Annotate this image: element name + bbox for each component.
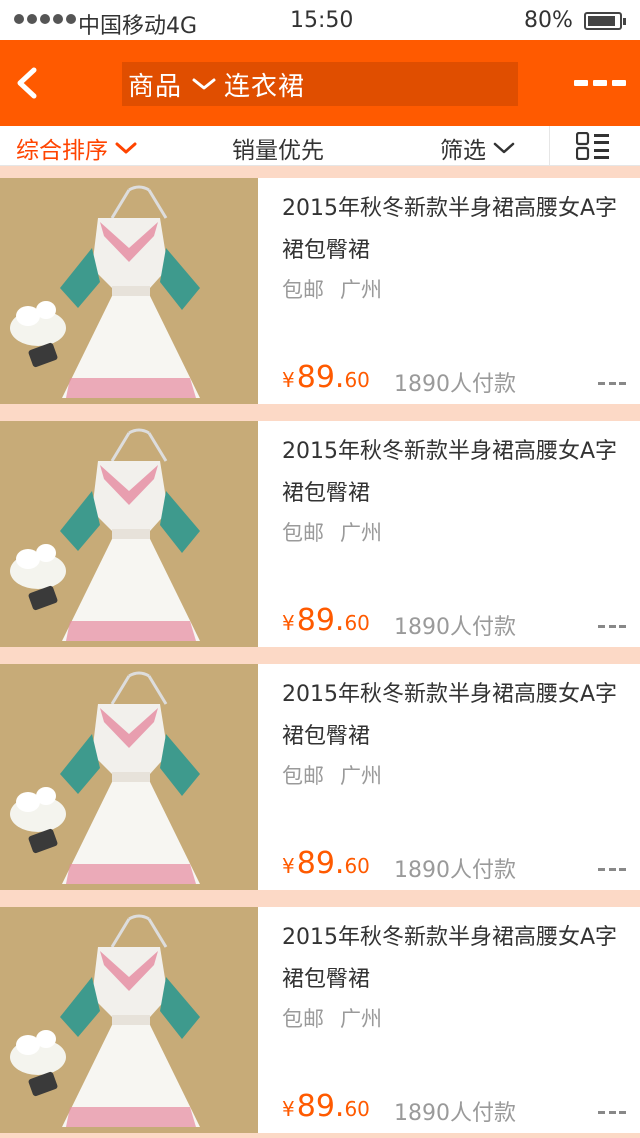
chevron-down-icon bbox=[115, 142, 137, 154]
list-item: 2015年秋冬新款半身裙高腰女A字裙包臀裙 包邮 广州 ¥ 89. 60 189… bbox=[0, 652, 640, 895]
back-button[interactable] bbox=[8, 58, 52, 108]
battery-percent: 80% bbox=[524, 8, 573, 33]
price-currency: ¥ bbox=[282, 611, 295, 635]
price-currency: ¥ bbox=[282, 854, 295, 878]
item-more-button[interactable] bbox=[598, 382, 626, 388]
product-image[interactable] bbox=[0, 178, 258, 404]
list-item: 2015年秋冬新款半身裙高腰女A字裙包臀裙 包邮 广州 ¥ 89. 60 189… bbox=[0, 409, 640, 652]
more-dashes-icon bbox=[598, 1111, 605, 1114]
product-tags: 包邮 广州 bbox=[282, 517, 382, 547]
product-price: ¥ 89. 60 bbox=[282, 846, 370, 881]
product-list: 2015年秋冬新款半身裙高腰女A字裙包臀裙 包邮 广州 ¥ 89. 60 189… bbox=[0, 166, 640, 1138]
sort-bar: 综合排序 销量优先 筛选 bbox=[0, 126, 640, 166]
search-box[interactable]: 商品 连衣裙 bbox=[122, 62, 518, 106]
product-tags: 包邮 广州 bbox=[282, 1003, 382, 1033]
nav-bar: 商品 连衣裙 bbox=[0, 40, 640, 126]
product-title[interactable]: 2015年秋冬新款半身裙高腰女A字裙包臀裙 bbox=[282, 188, 632, 272]
product-title[interactable]: 2015年秋冬新款半身裙高腰女A字裙包臀裙 bbox=[282, 674, 632, 758]
product-image[interactable] bbox=[0, 664, 258, 890]
product-tags: 包邮 广州 bbox=[282, 760, 382, 790]
location-tag: 广州 bbox=[340, 521, 382, 545]
product-price: ¥ 89. 60 bbox=[282, 360, 370, 395]
price-integer: 89. bbox=[296, 1089, 345, 1124]
product-card[interactable]: 2015年秋冬新款半身裙高腰女A字裙包臀裙 包邮 广州 ¥ 89. 60 189… bbox=[0, 178, 640, 404]
list-item: 2015年秋冬新款半身裙高腰女A字裙包臀裙 包邮 广州 ¥ 89. 60 189… bbox=[0, 895, 640, 1138]
product-tags: 包邮 广州 bbox=[282, 274, 382, 304]
price-currency: ¥ bbox=[282, 368, 295, 392]
product-price: ¥ 89. 60 bbox=[282, 603, 370, 638]
chevron-down-icon bbox=[493, 142, 515, 154]
product-card[interactable]: 2015年秋冬新款半身裙高腰女A字裙包臀裙 包邮 广州 ¥ 89. 60 189… bbox=[0, 421, 640, 647]
price-integer: 89. bbox=[296, 360, 345, 395]
item-more-button[interactable] bbox=[598, 1111, 626, 1117]
sales-count: 1890人付款 bbox=[394, 372, 516, 397]
location-tag: 广州 bbox=[340, 1007, 382, 1031]
more-menu-button[interactable] bbox=[574, 76, 626, 90]
price-integer: 89. bbox=[296, 603, 345, 638]
sort-comprehensive-tab[interactable]: 综合排序 bbox=[16, 131, 138, 165]
shipping-tag: 包邮 bbox=[282, 764, 324, 788]
price-decimal: 60 bbox=[344, 611, 370, 635]
location-tag: 广州 bbox=[340, 764, 382, 788]
search-query[interactable]: 连衣裙 bbox=[224, 66, 305, 103]
status-bar: 中国移动4G 15:50 80% bbox=[0, 0, 640, 40]
product-title[interactable]: 2015年秋冬新款半身裙高腰女A字裙包臀裙 bbox=[282, 431, 632, 515]
layout-toggle-button[interactable] bbox=[575, 131, 610, 161]
more-dashes-icon bbox=[574, 80, 588, 86]
price-integer: 89. bbox=[296, 846, 345, 881]
more-dashes-icon bbox=[598, 382, 605, 385]
signal-strength-icon bbox=[14, 14, 76, 24]
product-image[interactable] bbox=[0, 907, 258, 1133]
battery-icon bbox=[584, 12, 626, 30]
price-currency: ¥ bbox=[282, 1097, 295, 1121]
sales-count: 1890人付款 bbox=[394, 1101, 516, 1126]
sales-count: 1890人付款 bbox=[394, 615, 516, 640]
shipping-tag: 包邮 bbox=[282, 1007, 324, 1031]
filter-label: 筛选 bbox=[440, 138, 486, 164]
sort-comprehensive-label: 综合排序 bbox=[16, 138, 108, 164]
list-grid-toggle-icon bbox=[575, 131, 609, 161]
more-dashes-icon bbox=[598, 625, 605, 628]
chevron-down-icon bbox=[192, 78, 216, 90]
location-tag: 广州 bbox=[340, 278, 382, 302]
shipping-tag: 包邮 bbox=[282, 278, 324, 302]
price-decimal: 60 bbox=[344, 854, 370, 878]
price-decimal: 60 bbox=[344, 1097, 370, 1121]
product-image[interactable] bbox=[0, 421, 258, 647]
divider bbox=[549, 126, 550, 166]
search-category-label[interactable]: 商品 bbox=[128, 66, 182, 103]
product-card[interactable]: 2015年秋冬新款半身裙高腰女A字裙包臀裙 包邮 广州 ¥ 89. 60 189… bbox=[0, 907, 640, 1133]
carrier-name: 中国移动4G bbox=[78, 14, 198, 39]
more-dashes-icon bbox=[598, 868, 605, 871]
product-price: ¥ 89. 60 bbox=[282, 1089, 370, 1124]
clock: 15:50 bbox=[290, 8, 354, 33]
item-more-button[interactable] bbox=[598, 868, 626, 874]
filter-tab[interactable]: 筛选 bbox=[440, 131, 516, 165]
price-decimal: 60 bbox=[344, 368, 370, 392]
shipping-tag: 包邮 bbox=[282, 521, 324, 545]
sort-sales-label: 销量优先 bbox=[232, 138, 324, 164]
list-item: 2015年秋冬新款半身裙高腰女A字裙包臀裙 包邮 广州 ¥ 89. 60 189… bbox=[0, 166, 640, 409]
chevron-left-icon bbox=[17, 67, 37, 99]
item-more-button[interactable] bbox=[598, 625, 626, 631]
product-card[interactable]: 2015年秋冬新款半身裙高腰女A字裙包臀裙 包邮 广州 ¥ 89. 60 189… bbox=[0, 664, 640, 890]
sort-sales-tab[interactable]: 销量优先 bbox=[232, 131, 324, 165]
sales-count: 1890人付款 bbox=[394, 858, 516, 883]
product-title[interactable]: 2015年秋冬新款半身裙高腰女A字裙包臀裙 bbox=[282, 917, 632, 1001]
